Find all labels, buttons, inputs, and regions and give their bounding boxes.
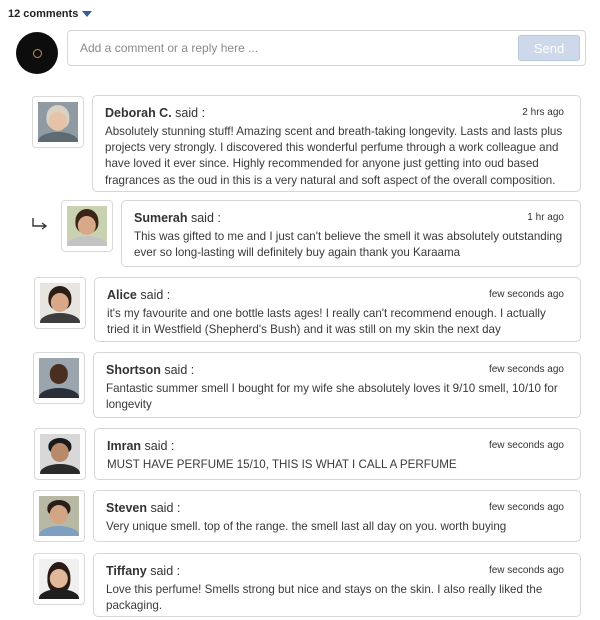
comment-text: MUST HAVE PERFUME 15/10, THIS IS WHAT I … [107,458,457,471]
caret-down-icon[interactable] [82,11,93,17]
comment-text: This was gifted to me and I just can't b… [134,230,563,260]
comment-author[interactable]: Alice [107,288,137,302]
avatar[interactable] [34,428,86,480]
said-label: said : [150,564,181,578]
avatar[interactable] [33,352,85,404]
comment-timestamp: few seconds ago [488,440,564,451]
comments-count-header[interactable]: 12 comments [8,8,93,20]
avatar[interactable] [34,277,86,329]
said-label: said : [144,439,175,453]
comment-box: Tiffany said : few seconds ago Love this… [93,553,581,617]
comment-timestamp: 2 hrs ago [522,107,564,118]
comment-text: Absolutely stunning stuff! Amazing scent… [105,125,563,187]
comment-box: Alice said : few seconds ago it's my fav… [94,277,581,342]
comment-box: Deborah C. said : 2 hrs ago Absolutely s… [92,95,581,192]
comment-box: Sumerah said : 1 hr ago This was gifted … [121,200,581,267]
brand-logo-icon [32,48,42,58]
said-label: said : [190,211,221,225]
comment-timestamp: few seconds ago [488,502,564,513]
comment-author[interactable]: Sumerah [134,211,188,225]
comment-author[interactable]: Shortson [106,363,161,377]
comment-text: Fantastic summer smell I bought for my w… [106,382,558,412]
comment-text: Love this perfume! Smells strong but nic… [106,583,543,613]
comment-timestamp: few seconds ago [488,364,564,375]
comment-timestamp: few seconds ago [488,565,564,576]
comment-box: Shortson said : few seconds ago Fantasti… [93,352,581,418]
comment-timestamp: few seconds ago [488,289,564,300]
avatar[interactable] [33,490,85,542]
comment-box: Steven said : few seconds ago Very uniqu… [93,490,581,542]
comment-author[interactable]: Deborah C. [105,106,172,120]
said-label: said : [140,288,171,302]
send-button[interactable]: Send [518,35,580,61]
avatar[interactable] [32,96,84,148]
current-user-avatar [16,32,58,74]
said-label: said : [150,501,181,515]
comment-composer: Send [67,30,586,66]
comment-box: Imran said : few seconds ago MUST HAVE P… [94,428,581,480]
comment-timestamp: 1 hr ago [527,212,564,223]
said-label: said : [175,106,206,120]
comment-author[interactable]: Imran [107,439,141,453]
comment-author[interactable]: Steven [106,501,147,515]
comment-author[interactable]: Tiffany [106,564,147,578]
reply-arrow-icon [32,218,48,230]
comments-count-label: 12 comments [8,8,79,20]
comment-input[interactable] [68,31,508,65]
comment-text: it's my favourite and one bottle lasts a… [107,307,546,337]
comment-text: Very unique smell. top of the range. the… [106,520,507,533]
avatar[interactable] [33,553,85,605]
said-label: said : [164,363,195,377]
avatar[interactable] [61,200,113,252]
